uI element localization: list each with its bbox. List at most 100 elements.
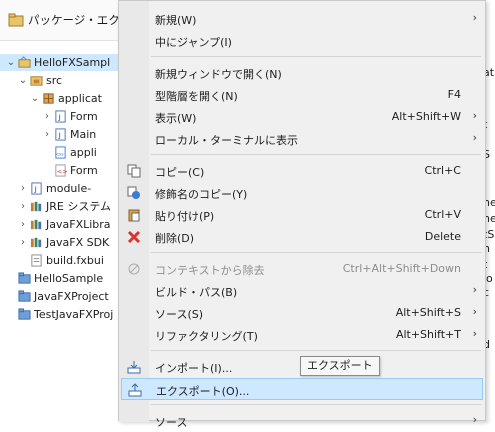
- menu-item[interactable]: ソース(S) Alt+Shift+S ›: [121, 302, 483, 324]
- tree-item[interactable]: › Jmodule-: [0, 180, 118, 197]
- svg-text:css: css: [56, 152, 64, 157]
- tree-item-label: Form: [70, 164, 98, 177]
- menu-item-label: 表示(W): [155, 112, 197, 125]
- submenu-arrow-icon: ›: [472, 413, 477, 426]
- menu-item-shortcut: Ctrl+V: [424, 208, 461, 221]
- tree-item-label: TestJavaFXProj: [34, 308, 114, 321]
- svg-text:J: J: [34, 184, 37, 193]
- menu-item-label: 新規ウィンドウで開く(N): [155, 68, 282, 81]
- menu-item-label: 中にジャンプ(I): [155, 36, 232, 49]
- folder-icon: [18, 308, 31, 320]
- menu-item[interactable]: 貼り付け(P) Ctrl+V: [121, 204, 483, 226]
- menu-separator: [151, 404, 481, 405]
- tree-item-label: JavaFX SDK: [46, 236, 110, 249]
- menu-item-label: 型階層を開く(N): [155, 90, 238, 103]
- menu-separator: [151, 154, 481, 155]
- expand-chevron-icon[interactable]: ›: [42, 108, 52, 125]
- import-icon: [127, 361, 141, 374]
- menu-item-shortcut: Alt+Shift+S: [395, 306, 461, 319]
- tree-item[interactable]: › J Main: [0, 126, 118, 143]
- tree-item-label: Form: [70, 110, 98, 123]
- menu-item[interactable]: エクスポート(O)...: [121, 378, 483, 400]
- tree-item-label: HelloFXSampl: [34, 56, 111, 69]
- remove-context-icon: [128, 263, 140, 275]
- expand-chevron-icon[interactable]: ›: [42, 126, 52, 143]
- menu-item-label: 貼り付け(P): [155, 210, 215, 223]
- tree-item[interactable]: ⌄ src: [0, 72, 118, 89]
- tree-item[interactable]: › JavaFXLibra: [0, 216, 118, 233]
- tree-item-label: build.fxbui: [46, 254, 104, 267]
- menu-item[interactable]: ソース ›: [121, 410, 483, 432]
- menu-item[interactable]: 中にジャンプ(I): [121, 30, 483, 52]
- library-icon: [30, 219, 42, 230]
- tree-item[interactable]: css appli: [0, 144, 118, 161]
- menu-separator: [151, 56, 481, 57]
- menu-item[interactable]: リファクタリング(T) Alt+Shift+T ›: [121, 324, 483, 346]
- tree-item[interactable]: › JavaFX SDK: [0, 234, 118, 251]
- collapse-chevron-icon[interactable]: ⌄: [30, 90, 40, 107]
- submenu-arrow-icon: ›: [472, 11, 477, 24]
- menu-item[interactable]: 新規ウィンドウで開く(N): [121, 62, 483, 84]
- paste-icon: [128, 209, 140, 222]
- menu-item-label: ソース: [155, 416, 188, 429]
- tree-item[interactable]: ⌄ applicat: [0, 90, 118, 107]
- tree-item[interactable]: › J Form: [0, 108, 118, 125]
- menu-item-label: 削除(D): [155, 232, 195, 245]
- menu-item-shortcut: Alt+Shift+W: [391, 110, 461, 123]
- menu-item[interactable]: ビルド・パス(B) ›: [121, 280, 483, 302]
- submenu-arrow-icon: ›: [472, 283, 477, 296]
- delete-icon: [127, 230, 141, 244]
- menu-item-label: エクスポート(O)...: [156, 385, 250, 398]
- menu-item[interactable]: 削除(D) Delete: [121, 226, 483, 248]
- menu-item: コンテキストから除去 Ctrl+Alt+Shift+Down: [121, 258, 483, 280]
- svg-text:J: J: [58, 112, 61, 121]
- expand-chevron-icon[interactable]: ›: [18, 216, 28, 233]
- tree-item[interactable]: build.fxbui: [0, 252, 118, 269]
- tree-item[interactable]: JavaFXProject: [0, 288, 118, 305]
- menu-item[interactable]: 修飾名のコピー(Y): [121, 182, 483, 204]
- folder-icon: [18, 272, 31, 284]
- menu-item-label: 修飾名のコピー(Y): [155, 188, 248, 201]
- export-tooltip: エクスポート: [300, 356, 380, 376]
- menu-item-shortcut: F4: [447, 88, 461, 101]
- tree-item-label: JavaFXProject: [34, 290, 109, 303]
- copy-icon: [127, 164, 141, 178]
- menu-item[interactable]: ローカル・ターミナルに表示 ›: [121, 128, 483, 150]
- java-project-icon: [18, 56, 31, 68]
- library-icon: [30, 237, 42, 248]
- java-file-icon: J: [55, 110, 66, 123]
- tree-item[interactable]: › JRE システム: [0, 198, 118, 215]
- menu-item[interactable]: 型階層を開く(N) F4: [121, 84, 483, 106]
- menu-item-label: ビルド・パス(B): [155, 286, 238, 299]
- menu-item[interactable]: 表示(W) Alt+Shift+W ›: [121, 106, 483, 128]
- menu-item-shortcut: Ctrl+C: [424, 164, 461, 177]
- java-file-icon: J: [31, 182, 42, 195]
- folder-icon: [18, 290, 31, 302]
- package-icon: [43, 93, 54, 104]
- tree-item-label: appli: [70, 146, 97, 159]
- svg-text:<>: <>: [57, 167, 67, 175]
- css-file-icon: css: [55, 146, 66, 159]
- package-explorer-icon: [8, 13, 24, 27]
- tree-item-label: Main: [70, 128, 97, 141]
- menu-item[interactable]: コピー(C) Ctrl+C: [121, 160, 483, 182]
- menu-separator: [151, 350, 481, 351]
- tree-item[interactable]: HelloSample: [0, 270, 118, 287]
- tree-item-label: HelloSample: [34, 272, 104, 285]
- collapse-chevron-icon[interactable]: ⌄: [18, 72, 28, 89]
- menu-item-shortcut: Delete: [424, 230, 461, 243]
- collapse-chevron-icon[interactable]: ⌄: [6, 54, 16, 71]
- menu-item-label: コピー(C): [155, 166, 205, 179]
- menu-item-label: ソース(S): [155, 308, 204, 321]
- menu-item[interactable]: 新規(W) ›: [121, 8, 483, 30]
- copy-qualified-name-icon: [127, 186, 140, 199]
- expand-chevron-icon[interactable]: ›: [18, 180, 28, 197]
- fxml-file-icon: <>: [55, 164, 67, 177]
- tree-item[interactable]: TestJavaFXProj: [0, 306, 118, 323]
- submenu-arrow-icon: ›: [472, 327, 477, 340]
- tree-item-label: src: [46, 74, 63, 87]
- expand-chevron-icon[interactable]: ›: [18, 234, 28, 251]
- tree-item[interactable]: ⌄ HelloFXSampl: [0, 54, 118, 71]
- tree-item[interactable]: <> Form: [0, 162, 118, 179]
- expand-chevron-icon[interactable]: ›: [18, 198, 28, 215]
